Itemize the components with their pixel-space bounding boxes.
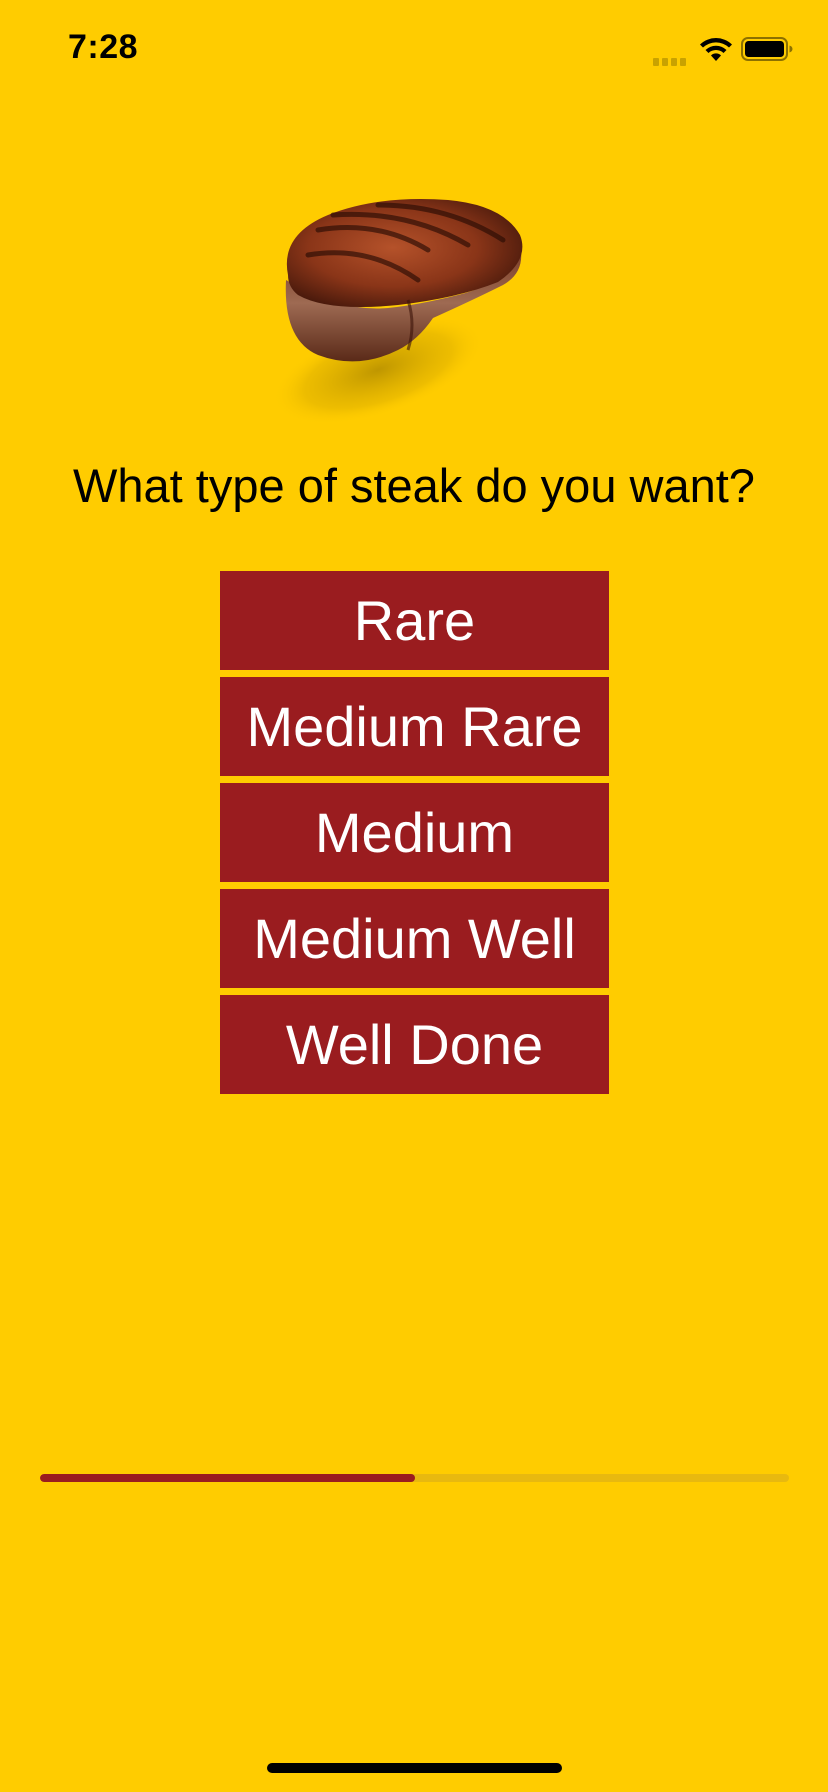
choice-button-medium-rare[interactable]: Medium Rare	[220, 677, 609, 776]
cellular-signal-icon	[653, 53, 689, 66]
steak-image	[272, 199, 523, 425]
choice-list: Rare Medium Rare Medium Medium Well Well…	[220, 571, 609, 1101]
app-screen: 7:28 What type of steak do you want? Rar…	[0, 0, 828, 1792]
choice-button-medium[interactable]: Medium	[220, 783, 609, 882]
choice-button-well-done[interactable]: Well Done	[220, 995, 609, 1094]
question-label: What type of steak do you want?	[73, 459, 755, 512]
home-indicator[interactable]	[267, 1763, 562, 1773]
choice-button-medium-well[interactable]: Medium Well	[220, 889, 609, 988]
battery-icon	[741, 37, 793, 61]
progress-bar	[40, 1474, 789, 1482]
status-time: 7:28	[68, 28, 139, 66]
progress-fill	[40, 1474, 415, 1482]
wifi-icon	[700, 38, 732, 61]
choice-button-rare[interactable]: Rare	[220, 571, 609, 670]
